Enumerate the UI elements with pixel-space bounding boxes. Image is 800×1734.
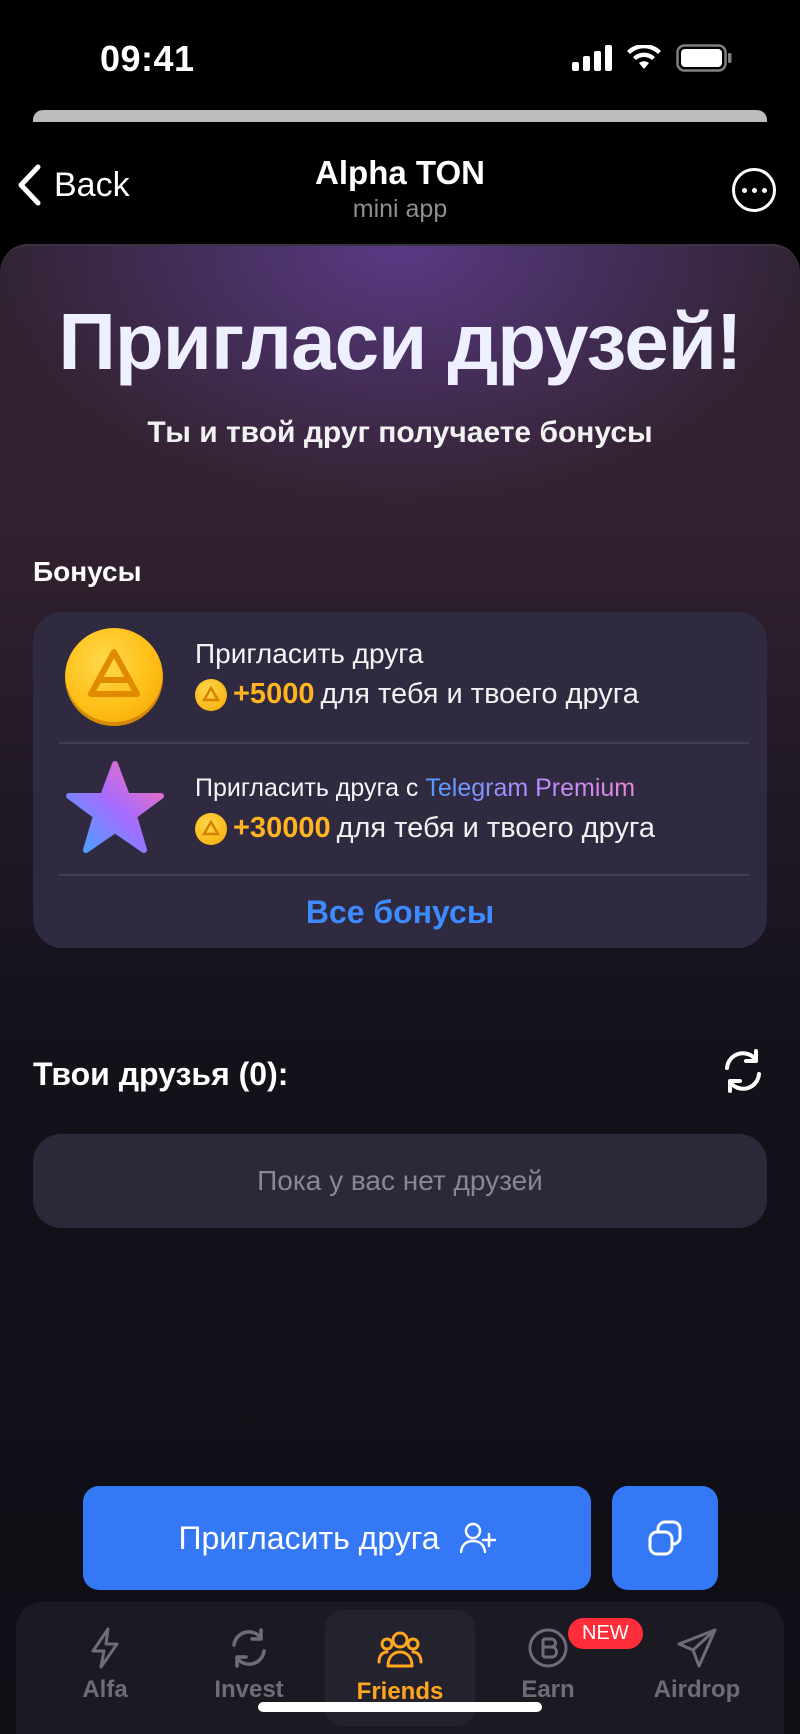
premium-star-icon xyxy=(66,761,164,853)
telegram-premium-label: Telegram Premium xyxy=(425,774,636,802)
reward-text: для тебя и твоего друга xyxy=(320,678,639,710)
bonus-title-prefix: Пригласить друга с xyxy=(195,774,426,802)
app-subtitle: mini app xyxy=(352,195,448,223)
tab-bar: Alfa Invest Friends Earn NEW Airdrop xyxy=(16,1602,784,1734)
bonus-invite-friend[interactable]: Пригласить друга +5000 для тебя и твоего… xyxy=(33,612,767,742)
bonus-reward: +30000 для тебя и твоего друга xyxy=(195,812,655,845)
reward-amount: +5000 xyxy=(233,678,315,710)
tab-label: Alfa xyxy=(82,1676,128,1703)
friends-section-label: Твои друзья (0): xyxy=(33,1056,289,1092)
copy-icon xyxy=(648,1520,682,1556)
sheet-edge xyxy=(33,110,767,130)
main-content: Пригласи друзей! Ты и твой друг получает… xyxy=(0,244,800,1734)
bonuses-card: Пригласить друга +5000 для тебя и твоего… xyxy=(33,612,767,948)
more-dot-icon xyxy=(751,187,757,193)
tab-label: Earn xyxy=(521,1676,575,1703)
signal-icon xyxy=(572,45,612,71)
battery-icon xyxy=(676,44,732,72)
wifi-icon xyxy=(627,45,661,69)
copy-link-button[interactable] xyxy=(612,1486,718,1590)
bonuses-section-label: Бонусы xyxy=(33,556,142,587)
nav-bar: Back Alpha TON mini app xyxy=(0,130,800,240)
invite-button-label: Пригласить друга xyxy=(178,1519,440,1556)
tab-alfa[interactable]: Alfa xyxy=(30,1602,180,1734)
tab-label: Airdrop xyxy=(653,1676,741,1703)
coin-icon xyxy=(195,678,227,711)
reward-text: для тебя и твоего друга xyxy=(336,812,655,844)
bonus-title: Пригласить друга xyxy=(195,638,424,669)
status-icons xyxy=(572,44,732,72)
tab-invest[interactable]: Invest xyxy=(174,1602,324,1734)
all-bonuses-link[interactable]: Все бонусы xyxy=(33,876,767,948)
coin-icon xyxy=(65,628,163,726)
bitcoin-icon xyxy=(528,1628,568,1668)
friends-icon xyxy=(377,1631,423,1668)
app-title: Alpha TON xyxy=(315,154,485,191)
more-options-button[interactable] xyxy=(732,168,776,212)
reward-amount: +30000 xyxy=(233,812,331,844)
bonus-title: Пригласить друга с Telegram Premium xyxy=(195,774,635,803)
refresh-icon xyxy=(232,1628,266,1668)
refresh-friends-button[interactable] xyxy=(718,1046,768,1096)
home-indicator xyxy=(258,1702,542,1712)
status-bar: 09:41 xyxy=(0,0,800,110)
hero-title: Пригласи друзей! xyxy=(58,297,742,386)
paper-plane-icon xyxy=(677,1628,717,1668)
more-dot-icon xyxy=(741,187,747,193)
status-time: 09:41 xyxy=(100,38,195,79)
more-dot-icon xyxy=(761,187,767,193)
invite-friend-button[interactable]: Пригласить друга xyxy=(83,1486,591,1590)
empty-friends-placeholder: Пока у вас нет друзей xyxy=(33,1134,767,1228)
bonus-invite-premium-friend[interactable]: Пригласить друга с Telegram Premium +300… xyxy=(33,744,767,874)
tab-label: Invest xyxy=(214,1676,284,1703)
hero-subtitle: Ты и твой друг получаете бонусы xyxy=(147,416,653,449)
coin-icon xyxy=(195,812,227,845)
bonus-reward: +5000 для тебя и твоего друга xyxy=(195,678,639,711)
tab-airdrop[interactable]: Airdrop xyxy=(622,1602,772,1734)
refresh-icon xyxy=(725,1049,761,1093)
lightning-icon xyxy=(91,1627,119,1669)
add-user-icon xyxy=(459,1522,496,1554)
